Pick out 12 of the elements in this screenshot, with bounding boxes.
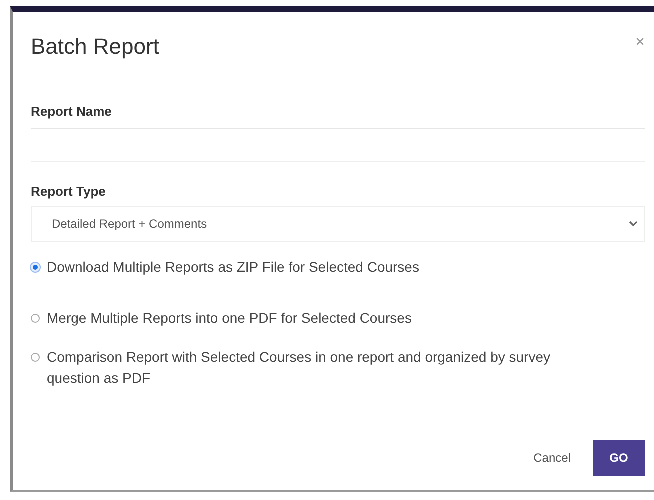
option-label: Comparison Report with Selected Courses in one report and organized by survey question as PDF	[47, 348, 552, 388]
chevron-down-icon	[629, 221, 638, 227]
report-type-select[interactable]: Detailed Report + Comments	[31, 206, 645, 242]
radio-button[interactable]	[31, 353, 40, 362]
field-label: Report Name	[31, 104, 113, 119]
radio-button[interactable]	[31, 314, 40, 323]
option-label: Merge Multiple Reports into one PDF for Selected Courses	[47, 309, 412, 328]
option-label: Download Multiple Reports as ZIP File for Selected Courses	[47, 258, 420, 277]
field-label: Report Type	[31, 184, 107, 199]
dialog-title: Batch Report	[31, 34, 160, 60]
go-button[interactable]: GO	[593, 440, 645, 476]
cancel-button[interactable]: Cancel	[534, 451, 571, 465]
